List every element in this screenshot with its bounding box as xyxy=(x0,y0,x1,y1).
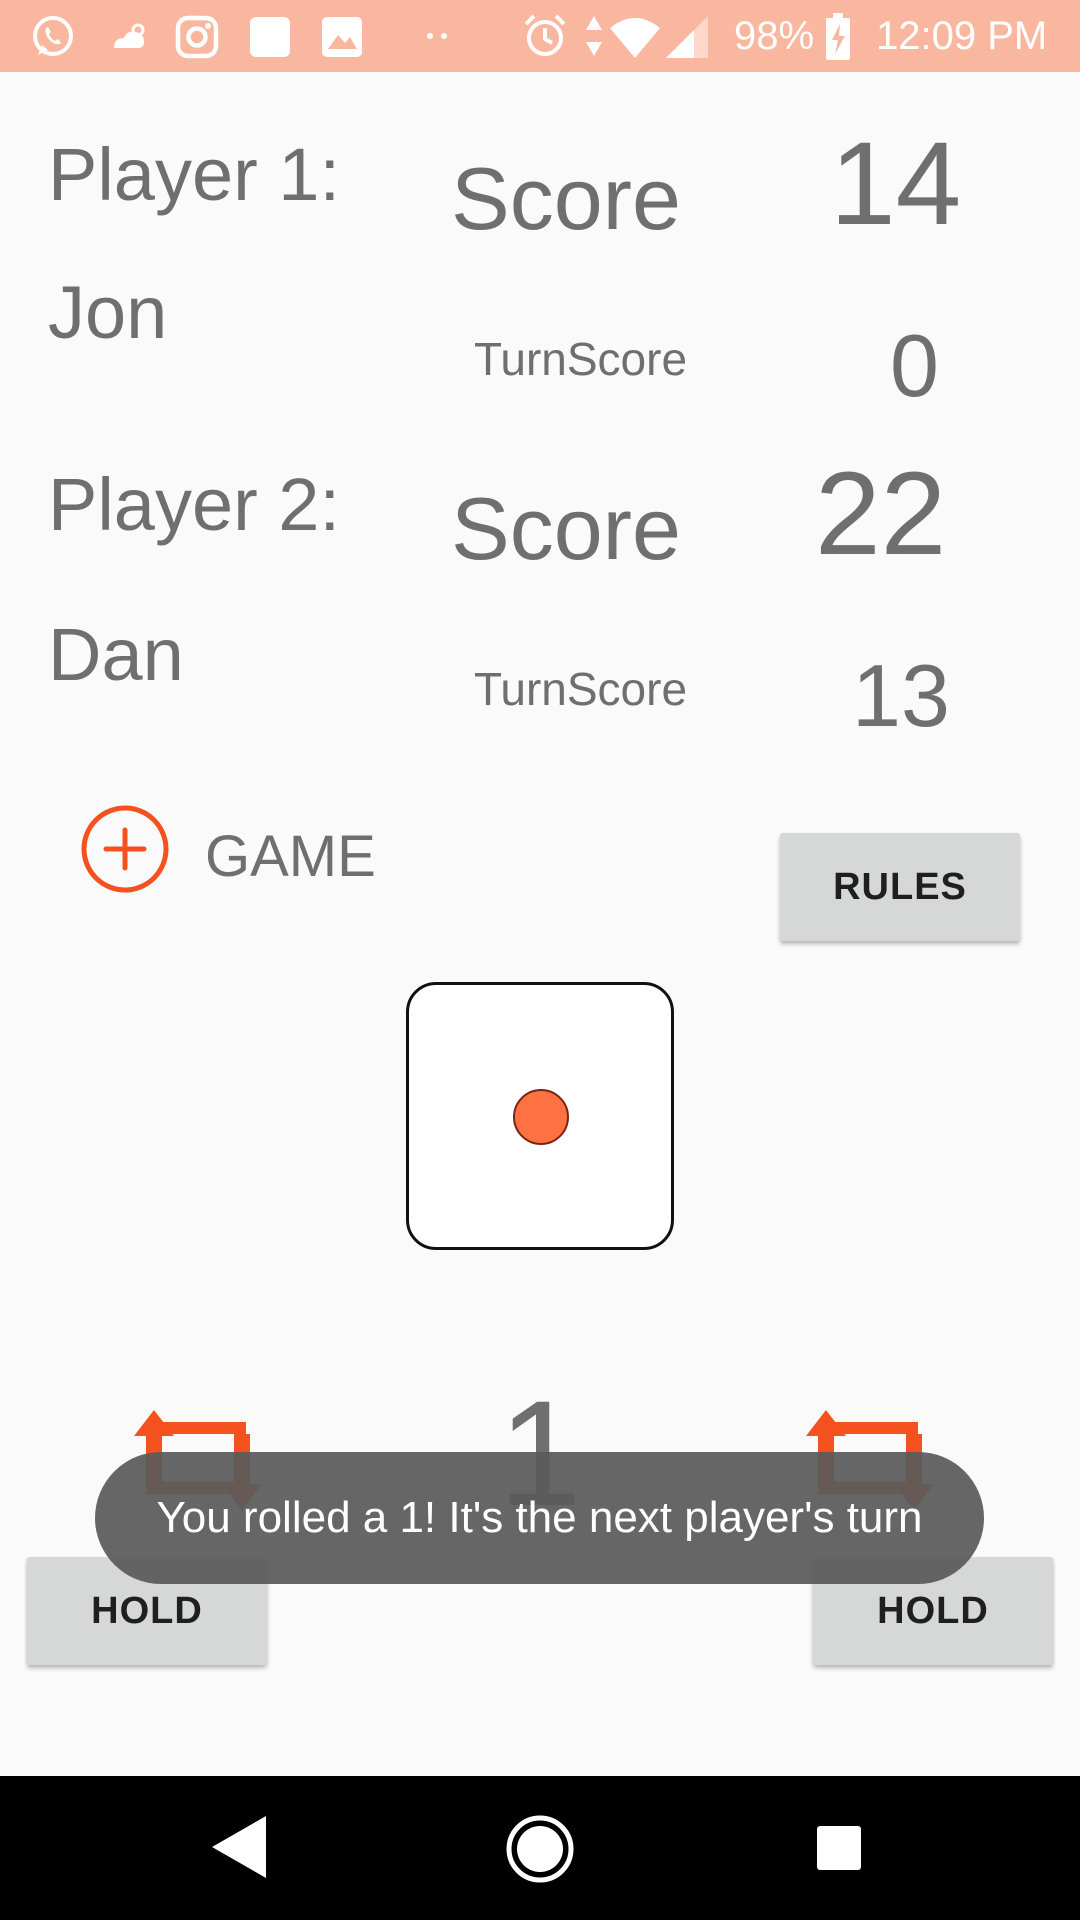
toast-message: You rolled a 1! It's the next player's t… xyxy=(95,1452,984,1584)
back-icon[interactable] xyxy=(210,1814,270,1880)
app-square-icon xyxy=(248,15,292,59)
player2-name: Dan xyxy=(48,613,184,696)
player1-score-label: Score xyxy=(451,149,681,248)
gallery-icon xyxy=(320,15,364,59)
status-bar: 98% 12:09 PM xyxy=(0,0,1080,72)
home-icon[interactable] xyxy=(505,1814,575,1884)
add-circle-icon xyxy=(80,804,170,894)
recents-icon[interactable] xyxy=(816,1825,862,1871)
player2-score-value: 22 xyxy=(815,448,947,580)
battery-percent: 98% xyxy=(734,13,815,58)
clock-time: 12:09 PM xyxy=(876,13,1048,58)
player2-score-label: Score xyxy=(451,479,681,578)
signal-icon xyxy=(664,14,710,60)
app-screen: 98% 12:09 PM Player 1: Score 14 Jon Turn… xyxy=(0,0,1080,1920)
battery-charging-icon xyxy=(824,12,852,62)
navigation-bar xyxy=(0,1776,1080,1920)
die-pip xyxy=(513,1089,569,1145)
player2-turnscore-label: TurnScore xyxy=(474,663,688,715)
weather-icon xyxy=(108,20,148,54)
data-arrows-icon xyxy=(584,14,604,58)
alarm-icon xyxy=(522,12,568,60)
player1-score-value: 14 xyxy=(830,118,962,250)
new-game-button[interactable]: GAME xyxy=(80,800,380,896)
whatsapp-icon xyxy=(30,14,76,60)
wifi-icon xyxy=(608,14,662,60)
player1-name: Jon xyxy=(48,271,168,354)
more-dots-icon xyxy=(424,30,452,42)
instagram-icon xyxy=(174,14,220,60)
new-game-label: GAME xyxy=(205,824,376,889)
die[interactable] xyxy=(406,982,674,1250)
player1-turnscore-value: 0 xyxy=(890,316,939,415)
player1-turnscore-label: TurnScore xyxy=(474,333,688,385)
player2-turnscore-value: 13 xyxy=(852,646,950,745)
player1-label: Player 1: xyxy=(48,133,341,216)
player2-label: Player 2: xyxy=(48,463,341,546)
rules-button[interactable]: RULES xyxy=(780,833,1020,941)
